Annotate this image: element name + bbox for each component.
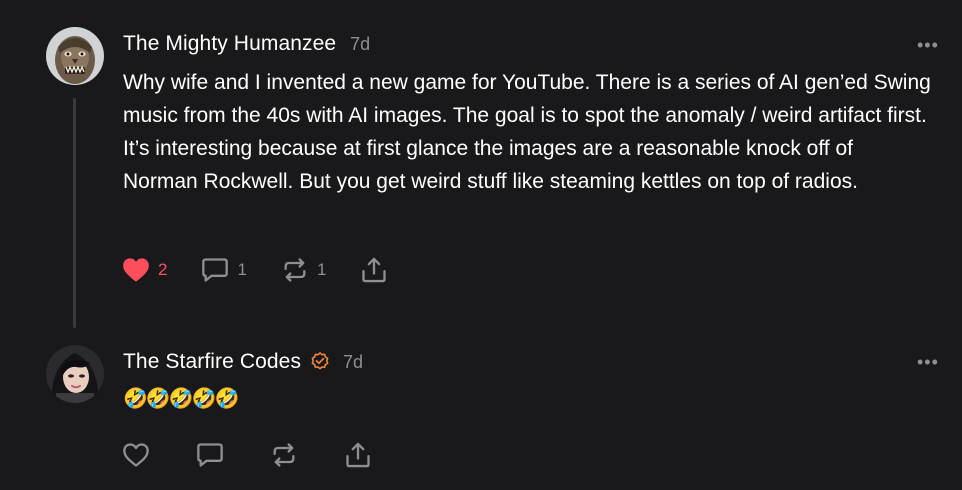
author-name[interactable]: The Mighty Humanzee (123, 32, 336, 56)
more-options-button[interactable]: ••• (917, 353, 939, 371)
heart-icon (122, 442, 150, 468)
author-name[interactable]: The Starfire Codes (123, 350, 301, 374)
post-timestamp[interactable]: 7d (350, 34, 370, 55)
like-count: 2 (158, 260, 168, 279)
more-horizontal-icon: ••• (917, 352, 939, 372)
more-horizontal-icon: ••• (917, 35, 939, 55)
comment-bubble-icon (201, 257, 229, 283)
more-options-button[interactable]: ••• (917, 36, 939, 54)
reply-button[interactable] (196, 442, 224, 468)
post-actions (122, 442, 406, 468)
avatar[interactable] (46, 27, 104, 85)
post-header: The Mighty Humanzee 7d (123, 32, 370, 56)
post-text: 🤣🤣🤣🤣🤣 (123, 388, 240, 410)
post-timestamp[interactable]: 7d (343, 352, 363, 373)
avatar[interactable] (46, 345, 104, 403)
post-text: Why wife and I invented a new game for Y… (123, 71, 931, 193)
repost-button[interactable]: 1 (281, 257, 326, 283)
post-header: The Starfire Codes 7d (123, 350, 363, 374)
reply-button[interactable]: 1 (201, 257, 247, 283)
share-button[interactable] (360, 257, 388, 283)
post-actions: 2 1 1 (122, 257, 422, 283)
heart-icon (122, 257, 150, 283)
repost-count: 1 (316, 260, 327, 279)
repost-arrows-icon (270, 442, 298, 468)
share-upload-icon (344, 442, 372, 468)
thread-connector-line (73, 98, 76, 328)
reply-count: 1 (237, 260, 247, 279)
like-button[interactable] (122, 442, 150, 468)
share-upload-icon (360, 257, 388, 283)
repost-arrows-icon (281, 257, 309, 283)
like-button[interactable]: 2 (122, 257, 167, 283)
verified-check-badge-icon (311, 352, 329, 370)
comment-bubble-icon (196, 442, 224, 468)
share-button[interactable] (344, 442, 372, 468)
repost-button[interactable] (270, 442, 298, 468)
